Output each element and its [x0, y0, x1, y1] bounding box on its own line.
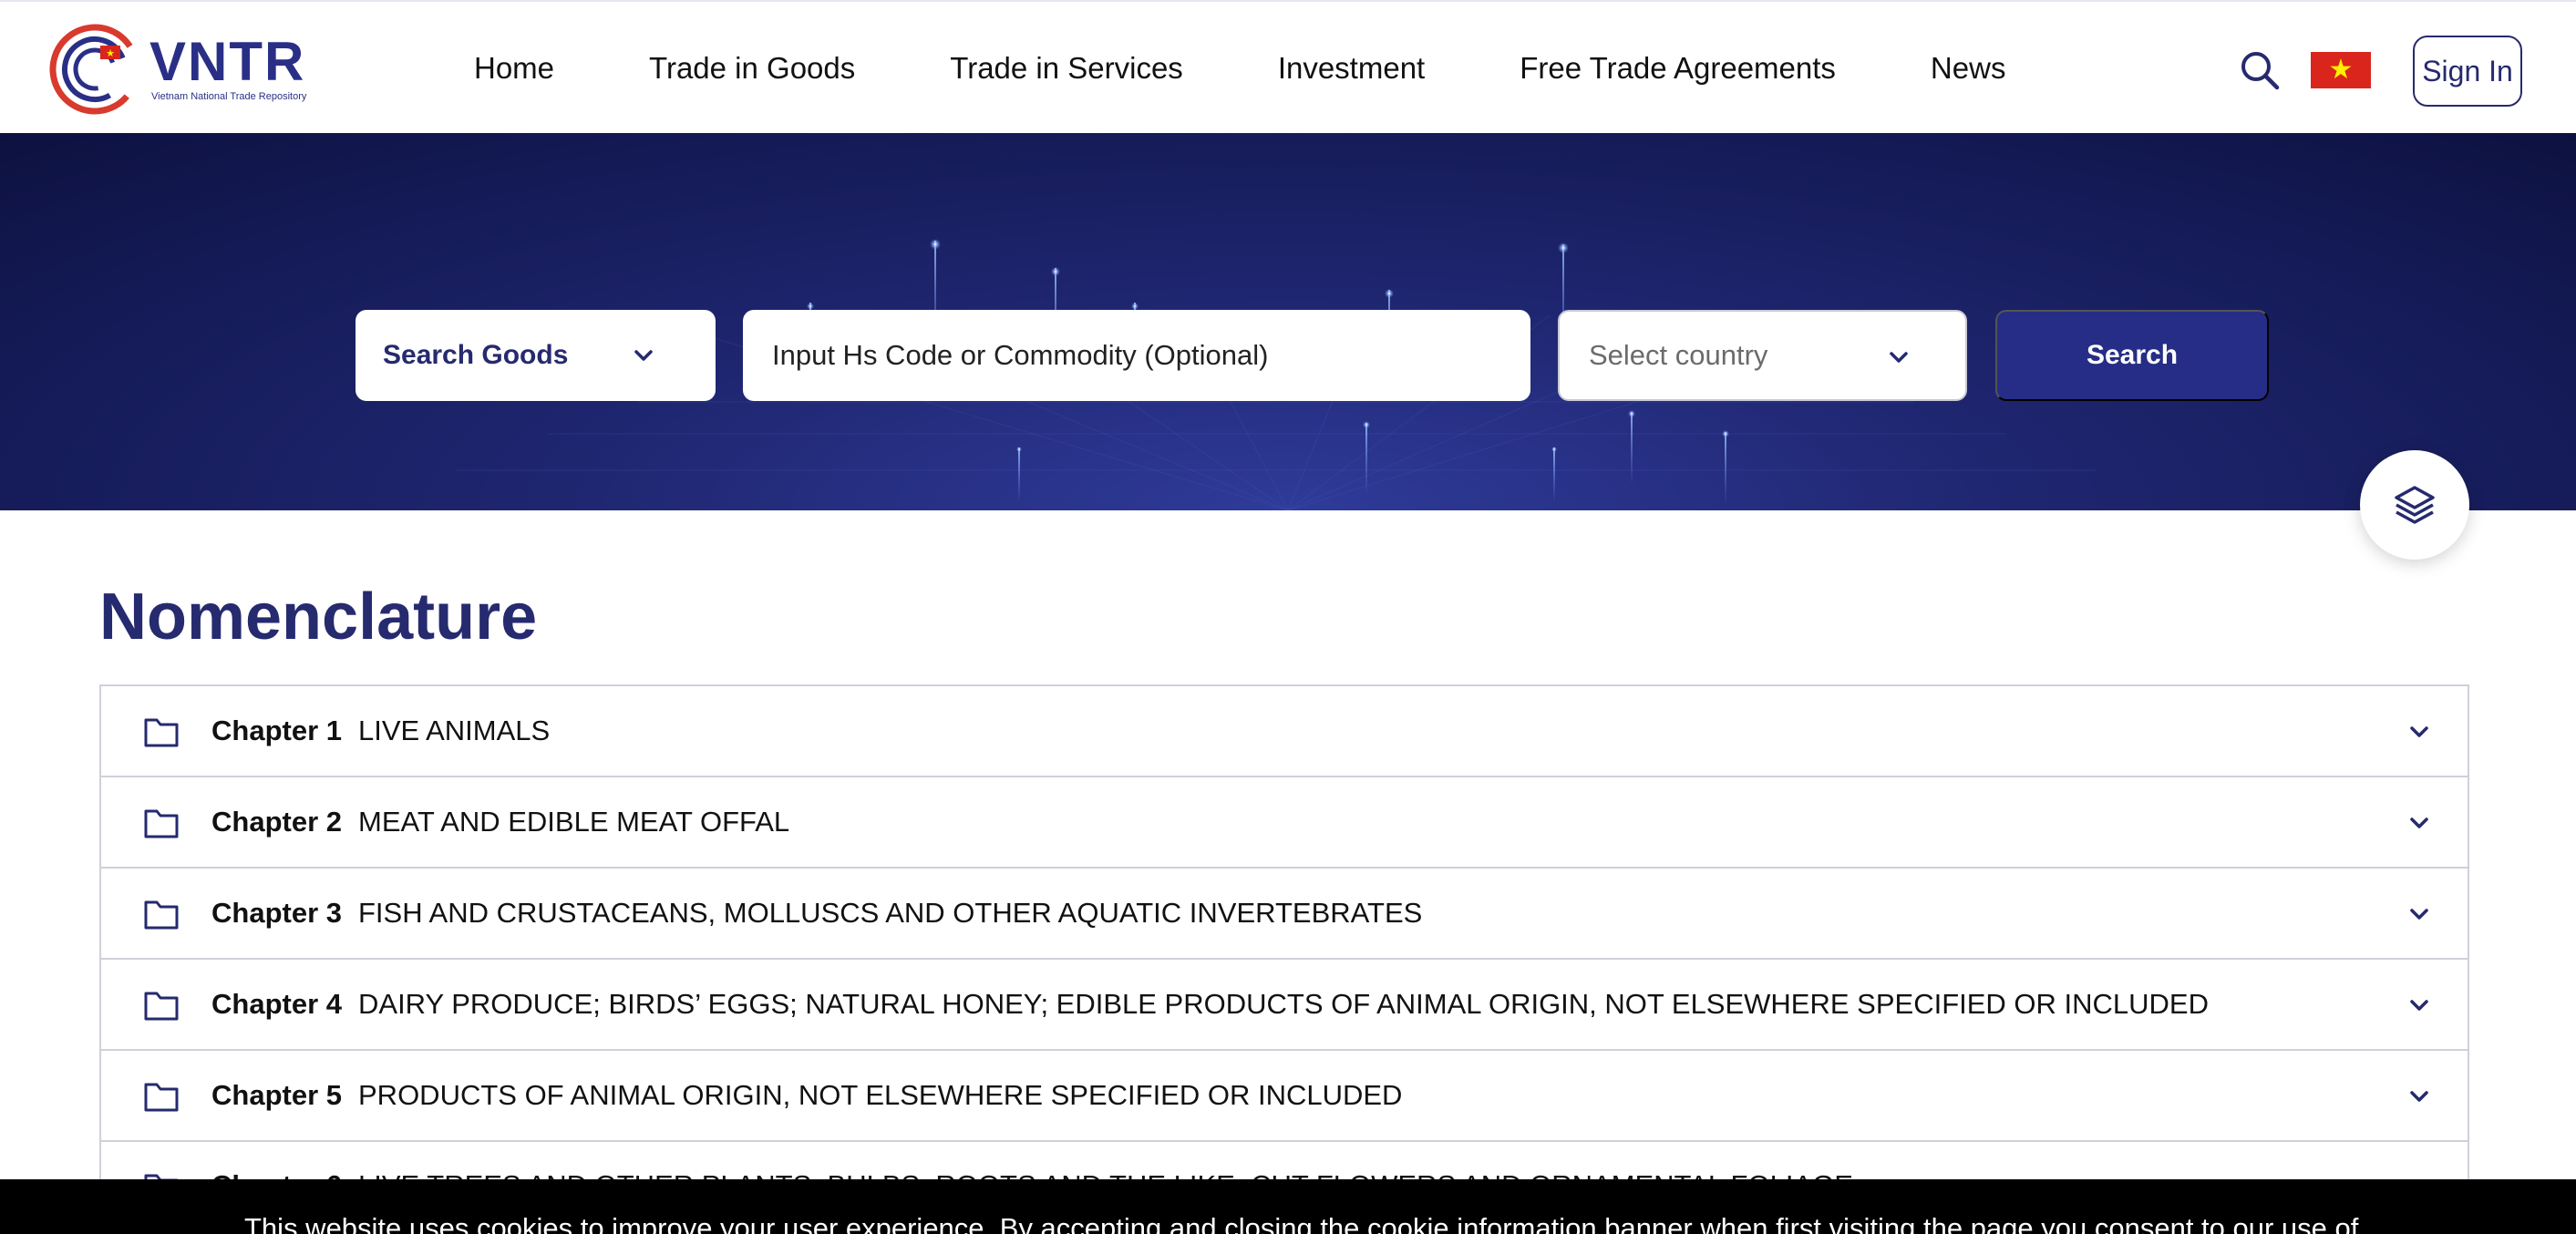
- main-nav: Home Trade in Goods Trade in Services In…: [474, 2, 2005, 135]
- nav-investment[interactable]: Investment: [1278, 51, 1425, 86]
- folder-icon: [144, 718, 179, 747]
- chapter-row[interactable]: Chapter 2 MEAT AND EDIBLE MEAT OFFAL: [99, 776, 2469, 867]
- chevron-down-icon: [1890, 352, 1908, 363]
- chevron-down-icon[interactable]: [2407, 902, 2431, 926]
- nav-trade-in-goods[interactable]: Trade in Goods: [649, 51, 855, 86]
- chapter-description: MEAT AND EDIBLE MEAT OFFAL: [358, 806, 790, 838]
- search-icon[interactable]: [2239, 49, 2281, 91]
- search-button[interactable]: Search: [1995, 310, 2269, 401]
- nav-trade-in-services[interactable]: Trade in Services: [950, 51, 1183, 86]
- page-title: Nomenclature: [99, 581, 538, 653]
- folder-icon: [144, 809, 179, 838]
- chapter-number: Chapter 2: [211, 806, 342, 838]
- nav-home[interactable]: Home: [474, 51, 554, 86]
- chevron-down-icon[interactable]: [2407, 1085, 2431, 1108]
- vntr-logo-mark-icon: ★: [49, 24, 140, 115]
- svg-text:★: ★: [106, 47, 115, 59]
- site-header: ★ VNTR Vietnam National Trade Repository…: [0, 0, 2576, 133]
- hs-code-input-placeholder: Input Hs Code or Commodity (Optional): [772, 339, 1269, 371]
- chapter-description: DAIRY PRODUCE; BIRDS’ EGGS; NATURAL HONE…: [358, 988, 2210, 1020]
- chapter-description: PRODUCTS OF ANIMAL ORIGIN, NOT ELSEWHERE…: [358, 1079, 1403, 1111]
- search-type-selected: Search Goods: [383, 340, 569, 370]
- chapter-row[interactable]: Chapter 3 FISH AND CRUSTACEANS, MOLLUSCS…: [99, 867, 2469, 958]
- nav-free-trade-agreements[interactable]: Free Trade Agreements: [1520, 51, 1836, 86]
- chevron-down-icon[interactable]: [2407, 811, 2431, 835]
- chapter-row[interactable]: Chapter 4 DAIRY PRODUCE; BIRDS’ EGGS; NA…: [99, 958, 2469, 1049]
- country-select-placeholder: Select country: [1589, 339, 1768, 371]
- chapter-list: Chapter 1 LIVE ANIMALS Chapter 2 MEAT AN…: [99, 684, 2469, 1231]
- vietnam-flag-icon[interactable]: ★: [2311, 52, 2371, 88]
- chapter-number: Chapter 4: [211, 988, 342, 1020]
- chapter-description: LIVE ANIMALS: [358, 715, 551, 746]
- chevron-down-icon[interactable]: [2407, 720, 2431, 744]
- chapter-row[interactable]: Chapter 1 LIVE ANIMALS: [99, 684, 2469, 776]
- folder-icon: [144, 992, 179, 1021]
- chapter-number: Chapter 5: [211, 1079, 342, 1111]
- vntr-logo[interactable]: ★ VNTR Vietnam National Trade Repository: [47, 22, 321, 118]
- chevron-down-icon[interactable]: [2407, 993, 2431, 1017]
- logo-wordmark: VNTR: [149, 31, 306, 92]
- hero-banner: Search Goods Input Hs Code or Commodity …: [0, 133, 2576, 510]
- cookie-banner-text: This website uses cookies to improve you…: [244, 1212, 2359, 1234]
- sign-in-button[interactable]: Sign In: [2413, 36, 2522, 107]
- chevron-down-icon: [634, 350, 653, 361]
- cookie-banner: This website uses cookies to improve you…: [0, 1179, 2576, 1234]
- chapter-description: FISH AND CRUSTACEANS, MOLLUSCS AND OTHER…: [358, 897, 1423, 929]
- country-select-dropdown[interactable]: Select country: [1558, 310, 1967, 401]
- hs-code-search-input[interactable]: Input Hs Code or Commodity (Optional): [743, 310, 1530, 401]
- folder-icon: [144, 900, 179, 930]
- flag-star-icon: ★: [2328, 55, 2354, 85]
- folder-icon: [144, 1083, 179, 1112]
- chapter-row[interactable]: Chapter 5 PRODUCTS OF ANIMAL ORIGIN, NOT…: [99, 1049, 2469, 1140]
- search-type-dropdown[interactable]: Search Goods: [355, 310, 716, 401]
- logo-subtitle: Vietnam National Trade Repository: [151, 91, 307, 102]
- layers-icon: [2395, 486, 2435, 524]
- chapter-number: Chapter 3: [211, 897, 342, 929]
- nav-news[interactable]: News: [1931, 51, 2006, 86]
- chapter-number: Chapter 1: [211, 715, 342, 746]
- layers-fab-button[interactable]: [2360, 450, 2469, 560]
